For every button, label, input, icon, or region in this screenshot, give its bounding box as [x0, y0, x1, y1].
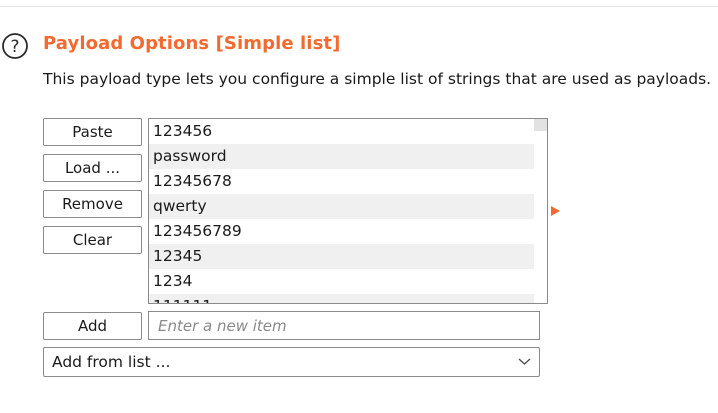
- question-circle-icon[interactable]: ?: [1, 32, 29, 60]
- paste-button[interactable]: Paste: [43, 118, 142, 146]
- list-item[interactable]: 123456789: [149, 219, 535, 244]
- expand-arrow-icon[interactable]: [551, 206, 560, 216]
- top-divider: [0, 6, 718, 7]
- list-item[interactable]: 12345678: [149, 169, 535, 194]
- load-button[interactable]: Load ...: [43, 154, 142, 182]
- chevron-down-icon: [518, 358, 531, 365]
- clear-button[interactable]: Clear: [43, 226, 142, 254]
- list-item[interactable]: 123456: [149, 119, 535, 144]
- section-description: This payload type lets you configure a s…: [43, 70, 712, 88]
- new-item-input[interactable]: [148, 311, 540, 340]
- payload-list-items: 123456 password 12345678 qwerty 12345678…: [149, 119, 535, 303]
- list-scrollbar[interactable]: [534, 119, 547, 303]
- payload-list[interactable]: 123456 password 12345678 qwerty 12345678…: [148, 118, 548, 304]
- list-item[interactable]: 1234: [149, 269, 535, 294]
- add-from-list-label: Add from list ...: [52, 353, 171, 371]
- list-item[interactable]: password: [149, 144, 535, 169]
- scrollbar-thumb[interactable]: [534, 119, 547, 131]
- add-button[interactable]: Add: [43, 312, 142, 340]
- section-title: Payload Options [Simple list]: [43, 33, 341, 54]
- svg-text:?: ?: [10, 37, 19, 57]
- list-item[interactable]: qwerty: [149, 194, 535, 219]
- list-item[interactable]: 12345: [149, 244, 535, 269]
- add-from-list-dropdown[interactable]: Add from list ...: [43, 347, 540, 377]
- remove-button[interactable]: Remove: [43, 190, 142, 218]
- list-item[interactable]: 111111: [149, 294, 535, 303]
